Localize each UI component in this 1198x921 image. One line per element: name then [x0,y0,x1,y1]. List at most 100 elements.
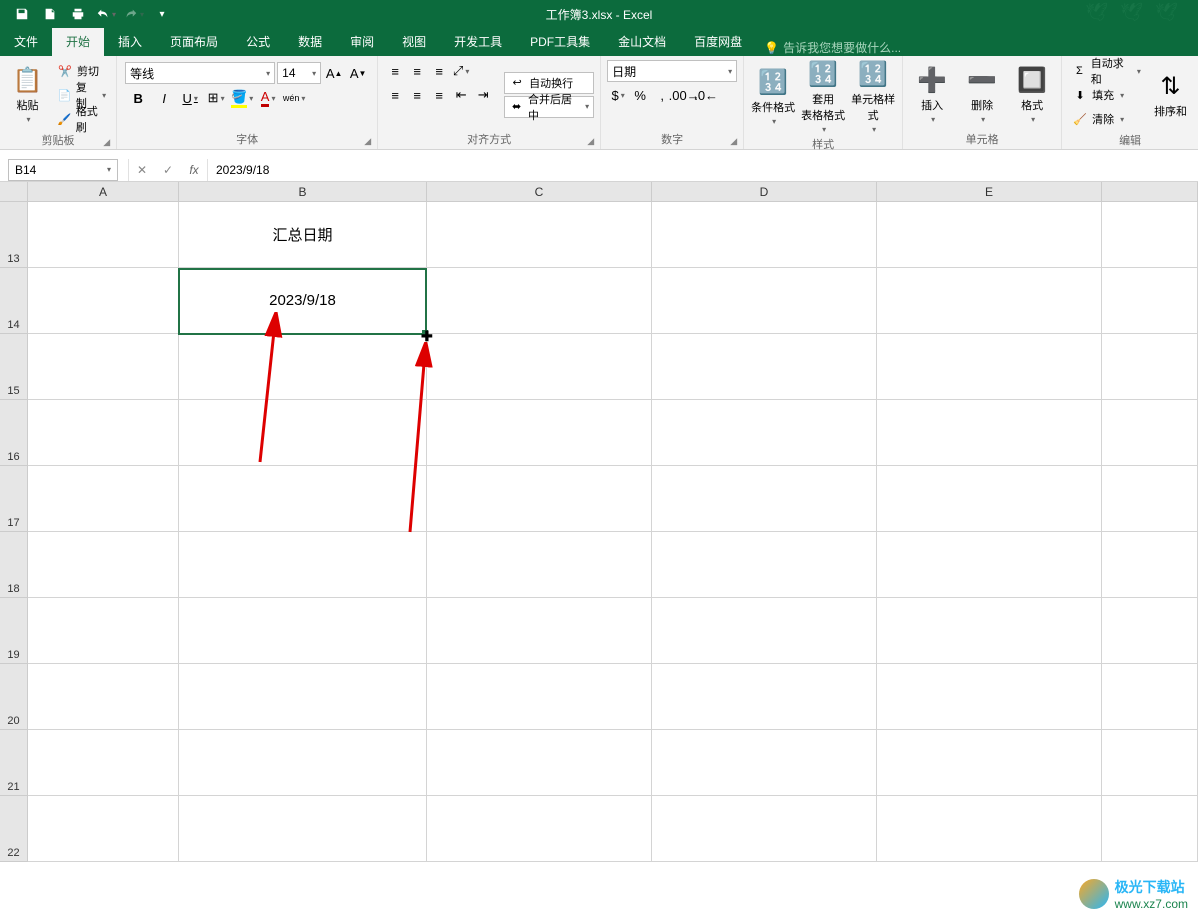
col-header-a[interactable]: A [28,182,179,201]
cell-e13[interactable] [877,202,1102,268]
decrease-indent-button[interactable]: ⇤ [450,84,472,106]
row-header-21[interactable]: 21 [0,730,28,796]
row-header-15[interactable]: 15 [0,334,28,400]
decrease-decimal-button[interactable]: .0← [695,84,717,106]
increase-decimal-button[interactable]: .00→ [673,84,695,106]
fill-button[interactable]: ⬇填充▾ [1068,84,1145,106]
align-middle-button[interactable]: ≡ [406,60,428,82]
align-left-button[interactable]: ≡ [384,84,406,106]
tab-pdftools[interactable]: PDF工具集 [516,27,604,56]
conditional-format-button[interactable]: 🔢条件格式▾ [750,60,796,134]
row-header-13[interactable]: 13 [0,202,28,268]
sort-icon: ⇅ [1160,72,1180,101]
col-header-c[interactable]: C [427,182,652,201]
autosum-button[interactable]: Σ自动求和▾ [1068,60,1145,82]
cell-a13[interactable] [28,202,179,268]
format-cells-button[interactable]: 🔲格式▾ [1009,60,1055,129]
col-header-b[interactable]: B [179,182,427,201]
row-header-19[interactable]: 19 [0,598,28,664]
confirm-edit-button[interactable]: ✓ [155,159,181,181]
number-launcher[interactable]: ◢ [730,136,737,147]
undo-button[interactable]: ▾ [92,0,120,28]
new-button[interactable] [36,0,64,28]
tab-ksdocs[interactable]: 金山文档 [604,27,680,56]
fill-color-button[interactable]: 🪣▾ [229,86,255,110]
number-format-select[interactable]: 日期▾ [607,60,737,82]
align-center-button[interactable]: ≡ [406,84,428,106]
delete-cells-button[interactable]: ➖删除▾ [959,60,1005,129]
cell-a14[interactable] [28,268,179,334]
row-header-20[interactable]: 20 [0,664,28,730]
tab-formulas[interactable]: 公式 [232,27,284,56]
tab-home[interactable]: 开始 [52,27,104,56]
cell-styles-button[interactable]: 🔢单元格样式▾ [850,60,896,134]
cell-e14[interactable] [877,268,1102,334]
cell-b14[interactable]: 2023/9/18 [179,268,427,334]
sort-filter-button[interactable]: ⇅排序和 [1149,60,1192,130]
tab-view[interactable]: 视图 [388,27,440,56]
select-all-corner[interactable] [0,182,28,201]
row-header-17[interactable]: 17 [0,466,28,532]
cond-format-icon: 🔢 [758,68,788,97]
decrease-font-button[interactable]: A▼ [347,62,369,84]
tab-review[interactable]: 审阅 [336,27,388,56]
paste-button[interactable]: 📋 粘贴 ▾ [6,60,49,130]
row-header-18[interactable]: 18 [0,532,28,598]
row-header-16[interactable]: 16 [0,400,28,466]
increase-font-button[interactable]: A▲ [323,62,345,84]
percent-button[interactable]: % [629,84,651,106]
underline-button[interactable]: U▾ [177,86,203,110]
orientation-button[interactable]: ⤢▾ [450,60,472,82]
clear-button[interactable]: 🧹清除▾ [1068,108,1145,130]
tab-file[interactable]: 文件 [0,27,52,56]
table-format-button[interactable]: 🔢套用 表格格式▾ [800,60,846,134]
phonetic-button[interactable]: wén▾ [281,86,307,110]
group-styles: 🔢条件格式▾ 🔢套用 表格格式▾ 🔢单元格样式▾ 样式 [744,56,903,149]
col-header-rest[interactable] [1102,182,1198,201]
italic-button[interactable]: I [151,86,177,110]
cancel-edit-button[interactable]: ✕ [129,159,155,181]
font-size-select[interactable]: 14▾ [277,62,321,84]
tab-baidu[interactable]: 百度网盘 [680,27,756,56]
save-button[interactable] [8,0,36,28]
print-button[interactable] [64,0,92,28]
cell-c14[interactable] [427,268,652,334]
tab-data[interactable]: 数据 [284,27,336,56]
insert-cells-button[interactable]: ➕插入▾ [909,60,955,129]
font-color-button[interactable]: A▾ [255,86,281,110]
watermark-name: 极光下载站 [1115,877,1188,897]
format-painter-button[interactable]: 🖌️格式刷 [53,108,110,130]
align-right-button[interactable]: ≡ [428,84,450,106]
tell-me-search[interactable]: 💡 告诉我您想要做什么... [764,39,901,56]
tab-devtools[interactable]: 开发工具 [440,27,516,56]
col-header-e[interactable]: E [877,182,1102,201]
font-name-select[interactable]: 等线▾ [125,62,275,84]
row-header-14[interactable]: 14 [0,268,28,334]
formula-input[interactable]: 2023/9/18 [208,163,1198,177]
cell-c13[interactable] [427,202,652,268]
border-button[interactable]: ⊞▾ [203,86,229,110]
cell-b13[interactable]: 汇总日期 [179,202,427,268]
tab-insert[interactable]: 插入 [104,27,156,56]
delete-icon: ➖ [967,66,997,95]
clipboard-launcher[interactable]: ◢ [103,137,110,148]
bold-button[interactable]: B [125,86,151,110]
align-bottom-button[interactable]: ≡ [428,60,450,82]
row-header-22[interactable]: 22 [0,796,28,862]
align-launcher[interactable]: ◢ [587,136,594,147]
align-top-button[interactable]: ≡ [384,60,406,82]
tab-pagelayout[interactable]: 页面布局 [156,27,232,56]
redo-button[interactable]: ▾ [120,0,148,28]
increase-indent-button[interactable]: ⇥ [472,84,494,106]
font-launcher[interactable]: ◢ [364,136,371,147]
accounting-format-button[interactable]: $▾ [607,84,629,106]
cell-d14[interactable] [652,268,877,334]
merge-center-button[interactable]: ⬌合并后居中▾ [504,96,594,118]
col-header-d[interactable]: D [652,182,877,201]
cell-d13[interactable] [652,202,877,268]
insert-function-button[interactable]: fx [181,159,207,181]
qat-customize[interactable]: ▾ [148,0,176,28]
name-box[interactable]: B14▾ [8,159,118,181]
spreadsheet-grid[interactable]: A B C D E 13 汇总日期 14 2023/9/18 15 16 [0,182,1198,862]
group-editing: Σ自动求和▾ ⬇填充▾ 🧹清除▾ ⇅排序和 编辑 [1062,56,1198,149]
